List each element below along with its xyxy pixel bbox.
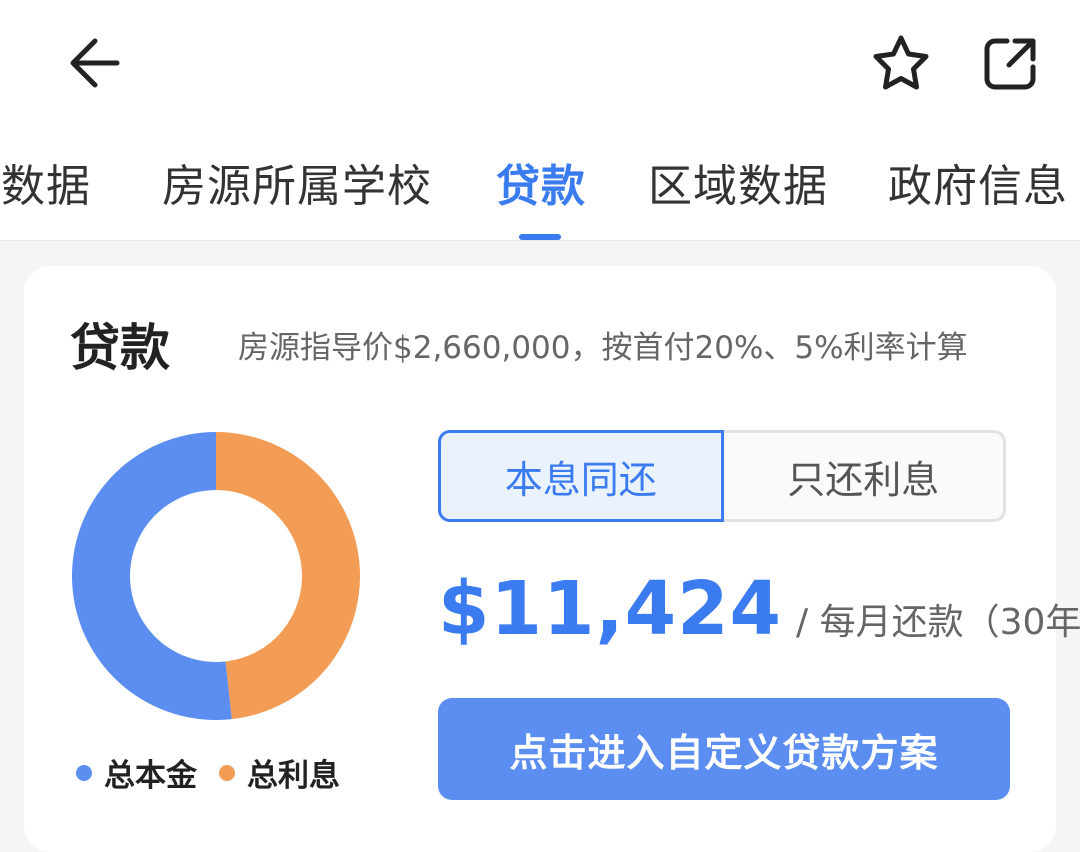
loan-card: 贷款 房源指导价$2,660,000，按首付20%、5%利率计算 总本金 总利息…	[24, 266, 1080, 852]
monthly-payment-amount: $11,424	[438, 566, 783, 652]
toggle-interest-only[interactable]: 只还利息	[723, 430, 1006, 522]
tab-terrain-data[interactable]: 形数据	[0, 150, 91, 214]
active-tab-indicator	[519, 234, 561, 240]
legend-label-interest: 总利息	[247, 758, 340, 794]
toggle-equal-installment[interactable]: 本息同还	[438, 430, 724, 522]
arrow-left-icon	[70, 38, 120, 88]
repayment-type-toggle: 本息同还 只还利息	[438, 430, 1006, 522]
loan-subtitle: 房源指导价$2,660,000，按首付20%、5%利率计算	[238, 330, 968, 366]
legend-dot-principal	[76, 764, 92, 781]
loan-title: 贷款	[70, 319, 170, 377]
chart-legend: 总本金 总利息	[76, 750, 362, 795]
legend-principal: 总本金	[76, 750, 197, 795]
favorite-button[interactable]	[866, 28, 936, 98]
monthly-payment-suffix: / 每月还款（30年）	[796, 602, 1080, 643]
tab-schools[interactable]: 房源所属学校	[162, 150, 432, 214]
tab-loan[interactable]: 贷款	[496, 150, 586, 214]
tab-government-info[interactable]: 政府信息	[888, 150, 1068, 214]
monthly-payment-row: $11,424 / 每月还款（30年）	[438, 566, 1080, 652]
legend-dot-interest	[219, 764, 235, 781]
share-button[interactable]	[976, 28, 1046, 98]
tab-area-data[interactable]: 区域数据	[648, 150, 828, 214]
loan-donut-chart	[72, 432, 361, 720]
legend-interest: 总利息	[219, 750, 340, 795]
back-button[interactable]	[56, 28, 126, 98]
top-bar: 形数据 房源所属学校 贷款 区域数据 政府信息	[0, 0, 1080, 241]
donut-slice-principal	[72, 432, 232, 720]
share-external-icon	[984, 38, 1036, 90]
custom-loan-plan-button[interactable]: 点击进入自定义贷款方案	[438, 698, 1010, 800]
star-icon	[873, 35, 929, 90]
donut-slice-interest	[216, 432, 361, 720]
legend-label-principal: 总本金	[104, 758, 197, 794]
section-tabs: 形数据 房源所属学校 贷款 区域数据 政府信息	[0, 140, 1080, 240]
